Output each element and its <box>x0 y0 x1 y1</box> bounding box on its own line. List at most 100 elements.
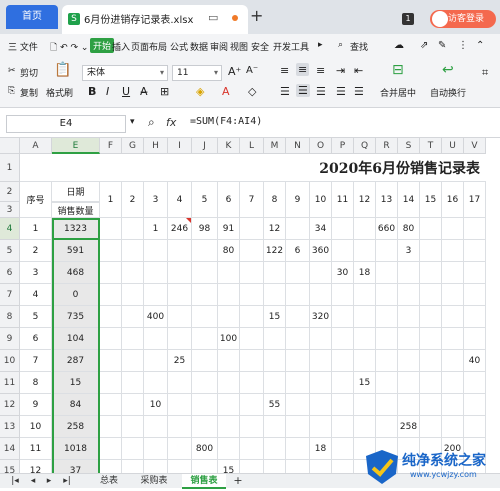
day-value-cell[interactable] <box>264 350 286 372</box>
day-value-cell[interactable] <box>442 306 464 328</box>
day-value-cell[interactable] <box>264 416 286 438</box>
day-value-cell[interactable] <box>442 372 464 394</box>
day-value-cell[interactable]: 25 <box>168 350 192 372</box>
index-cell[interactable]: 7 <box>20 350 52 372</box>
name-box-dropdown-icon[interactable]: ▾ <box>130 117 135 127</box>
day-value-cell[interactable] <box>310 284 332 306</box>
row-header[interactable]: 9 <box>0 328 20 350</box>
column-header[interactable]: L <box>240 138 264 154</box>
day-value-cell[interactable] <box>240 306 264 328</box>
day-value-cell[interactable] <box>442 262 464 284</box>
zoom-lens-icon[interactable]: ⌕ <box>148 115 155 130</box>
quantity-total-cell[interactable]: 258 <box>52 416 100 438</box>
collab-icon[interactable]: ✎ <box>438 40 446 51</box>
menu-item-view[interactable]: 视图 <box>230 40 248 53</box>
column-header[interactable]: N <box>286 138 310 154</box>
day-value-cell[interactable] <box>420 306 442 328</box>
day-value-cell[interactable] <box>376 416 398 438</box>
day-value-cell[interactable] <box>122 306 144 328</box>
day-value-cell[interactable] <box>464 218 486 240</box>
sheet-tab-purchase[interactable]: 采购表 <box>134 474 174 489</box>
day-value-cell[interactable]: 10 <box>144 394 168 416</box>
day-value-cell[interactable] <box>218 394 240 416</box>
day-value-cell[interactable] <box>442 328 464 350</box>
day-value-cell[interactable] <box>286 262 310 284</box>
day-value-cell[interactable]: 80 <box>218 240 240 262</box>
row-header[interactable]: 14 <box>0 438 20 460</box>
day-value-cell[interactable] <box>398 284 420 306</box>
quantity-total-cell[interactable]: 287 <box>52 350 100 372</box>
header-day-cell[interactable]: 13 <box>376 182 398 218</box>
day-value-cell[interactable] <box>168 328 192 350</box>
header-day-cell[interactable]: 9 <box>286 182 310 218</box>
underline-icon[interactable]: U <box>122 85 130 98</box>
index-cell[interactable]: 8 <box>20 372 52 394</box>
index-cell[interactable]: 9 <box>20 394 52 416</box>
clear-format-icon[interactable]: ◇ <box>248 85 256 98</box>
day-value-cell[interactable] <box>240 394 264 416</box>
strikethrough-icon[interactable]: A̶ <box>140 85 148 98</box>
day-value-cell[interactable] <box>122 284 144 306</box>
wrap-text-button[interactable]: 自动换行 <box>430 86 466 99</box>
day-value-cell[interactable] <box>192 460 218 473</box>
day-value-cell[interactable]: 12 <box>264 218 286 240</box>
day-value-cell[interactable] <box>122 460 144 473</box>
day-value-cell[interactable] <box>420 350 442 372</box>
quantity-total-cell[interactable]: 15 <box>52 372 100 394</box>
day-value-cell[interactable] <box>218 262 240 284</box>
day-value-cell[interactable] <box>442 284 464 306</box>
day-value-cell[interactable] <box>100 284 122 306</box>
day-value-cell[interactable] <box>332 328 354 350</box>
day-value-cell[interactable] <box>376 284 398 306</box>
sheet-tab-sales[interactable]: 销售表 <box>182 474 226 489</box>
index-cell[interactable]: 1 <box>20 218 52 240</box>
collapse-ribbon-icon[interactable]: ⌃ <box>476 40 484 51</box>
day-value-cell[interactable]: 15 <box>218 460 240 473</box>
quantity-total-cell[interactable]: 104 <box>52 328 100 350</box>
row-header[interactable]: 4 <box>0 218 20 240</box>
fill-color-icon[interactable]: ◈ <box>196 85 204 98</box>
day-value-cell[interactable] <box>240 284 264 306</box>
day-value-cell[interactable] <box>264 262 286 284</box>
menu-item-page-layout[interactable]: 页面布局 <box>131 40 167 53</box>
day-value-cell[interactable] <box>398 262 420 284</box>
day-value-cell[interactable] <box>354 328 376 350</box>
new-tab-plus-icon[interactable]: + <box>250 6 263 25</box>
day-value-cell[interactable] <box>168 438 192 460</box>
day-value-cell[interactable] <box>100 262 122 284</box>
day-value-cell[interactable] <box>144 284 168 306</box>
day-value-cell[interactable] <box>376 350 398 372</box>
header-day-cell[interactable]: 14 <box>398 182 420 218</box>
day-value-cell[interactable] <box>192 394 218 416</box>
day-value-cell[interactable] <box>420 262 442 284</box>
row-header[interactable]: 13 <box>0 416 20 438</box>
spreadsheet-grid[interactable]: A E F G H I J K L M N O P Q R S T U V 1 2 3 4 5 6 7 8 9 10 11 12 13 14 15… <box>0 138 500 473</box>
menu-item-insert[interactable]: 插入 <box>112 40 130 53</box>
day-value-cell[interactable] <box>122 438 144 460</box>
day-value-cell[interactable] <box>376 372 398 394</box>
day-value-cell[interactable] <box>398 350 420 372</box>
day-value-cell[interactable] <box>168 416 192 438</box>
header-day-cell[interactable]: 10 <box>310 182 332 218</box>
day-value-cell[interactable] <box>420 218 442 240</box>
day-value-cell[interactable] <box>464 394 486 416</box>
row-header[interactable]: 15 <box>0 460 20 473</box>
day-value-cell[interactable] <box>192 372 218 394</box>
day-value-cell[interactable] <box>100 218 122 240</box>
day-value-cell[interactable]: 18 <box>354 262 376 284</box>
quantity-total-cell[interactable]: 468 <box>52 262 100 284</box>
day-value-cell[interactable] <box>100 460 122 473</box>
document-tab[interactable]: S 6月份进销存记录表.xlsx ▭ <box>62 5 248 34</box>
index-cell[interactable]: 12 <box>20 460 52 473</box>
format-painter-button[interactable]: 格式刷 <box>46 86 73 99</box>
day-value-cell[interactable]: 30 <box>332 262 354 284</box>
day-value-cell[interactable] <box>264 460 286 473</box>
quantity-total-cell[interactable]: 591 <box>52 240 100 262</box>
column-header[interactable]: A <box>20 138 52 154</box>
day-value-cell[interactable] <box>354 284 376 306</box>
day-value-cell[interactable]: 660 <box>376 218 398 240</box>
align-top-icon[interactable]: ≡ <box>280 64 289 77</box>
menu-item-developer[interactable]: 开发工具 <box>273 40 309 53</box>
day-value-cell[interactable] <box>264 328 286 350</box>
cloud-icon[interactable]: ☁ <box>394 40 404 51</box>
